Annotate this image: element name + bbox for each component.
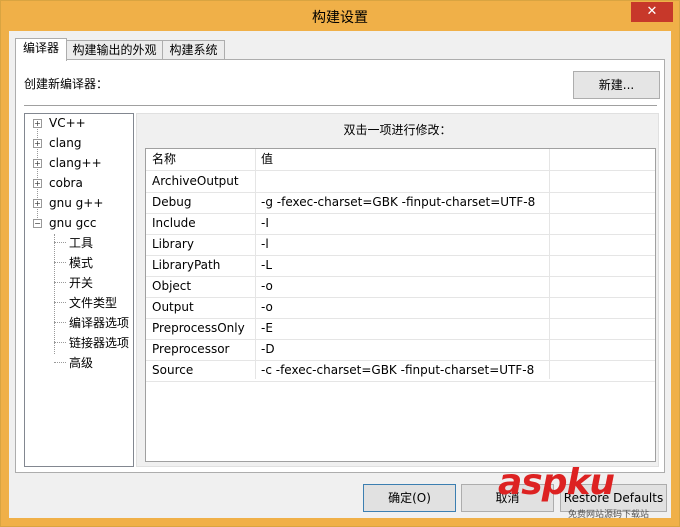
header-value[interactable]: 值 (255, 149, 549, 170)
new-compiler-button[interactable]: 新建... (573, 71, 660, 99)
tree-item-label: gnu g++ (49, 196, 104, 210)
tree-item-compiler-options[interactable]: 编译器选项 (69, 314, 129, 332)
tree-connector (54, 234, 55, 354)
row-value[interactable]: -g -fexec-charset=GBK -finput-charset=UT… (255, 192, 549, 213)
row-name: Include (152, 216, 196, 230)
tree-connector (54, 262, 66, 263)
tree-connector (54, 242, 66, 243)
row-name: Library (152, 237, 194, 251)
ok-button[interactable]: 确定(O) (363, 484, 456, 512)
tree-item-cobra[interactable]: + cobra (25, 174, 131, 192)
row-name: Output (152, 300, 194, 314)
tree-connector (54, 362, 66, 363)
tree-item-label: cobra (49, 176, 83, 190)
window-title: 构建设置 (312, 10, 368, 26)
grid-header: 名称 值 (146, 149, 655, 171)
switches-panel: 双击一项进行修改： 名称 值 ArchiveOutput Debug -g -f… (136, 113, 659, 467)
row-value[interactable]: -c -fexec-charset=GBK -finput-charset=UT… (255, 360, 549, 381)
tree-connector (54, 302, 66, 303)
tree-connector (54, 342, 66, 343)
row-name: PreprocessOnly (152, 321, 245, 335)
table-row[interactable]: Library -l (146, 234, 655, 256)
expand-icon[interactable]: + (33, 119, 42, 128)
row-value[interactable] (255, 171, 549, 192)
table-row[interactable]: PreprocessOnly -E (146, 318, 655, 340)
expand-icon[interactable]: + (33, 179, 42, 188)
expand-icon[interactable]: + (33, 159, 42, 168)
dialog-client: 编译器 构建输出的外观 构建系统 创建新编译器： 新建... + VC++ + … (9, 31, 671, 518)
header-name[interactable]: 名称 (146, 149, 255, 170)
tree-item-gnu-gpp[interactable]: + gnu g++ (25, 194, 131, 212)
switches-grid[interactable]: 名称 值 ArchiveOutput Debug -g -fexec-chars… (145, 148, 656, 462)
expand-icon[interactable]: + (33, 199, 42, 208)
compiler-tree[interactable]: + VC++ + clang + clang++ + cobra + gnu g… (24, 113, 134, 467)
row-name: ArchiveOutput (152, 174, 239, 188)
tree-item-gnu-gcc[interactable]: − gnu gcc (25, 214, 131, 232)
tree-item-vc[interactable]: + VC++ (25, 114, 131, 132)
close-button[interactable]: ✕ (631, 2, 673, 22)
tree-item-modes[interactable]: 模式 (69, 254, 93, 272)
row-value[interactable]: -I (255, 213, 549, 234)
row-name: LibraryPath (152, 258, 221, 272)
tree-item-label: clang (49, 136, 82, 150)
table-row[interactable]: Output -o (146, 297, 655, 319)
row-value[interactable]: -o (255, 297, 549, 318)
edit-hint: 双击一项进行修改： (343, 123, 452, 137)
table-row[interactable]: Source -c -fexec-charset=GBK -finput-cha… (146, 360, 655, 382)
table-row[interactable]: Include -I (146, 213, 655, 235)
tab-build-output[interactable]: 构建输出的外观 (66, 40, 163, 60)
tree-item-label: VC++ (49, 116, 86, 130)
create-compiler-label: 创建新编译器： (24, 77, 109, 91)
tree-connector (54, 282, 66, 283)
row-name: Preprocessor (152, 342, 230, 356)
tree-item-advanced[interactable]: 高级 (69, 354, 93, 372)
collapse-icon[interactable]: − (33, 219, 42, 228)
separator (24, 105, 657, 106)
watermark-logo: aspku (498, 462, 615, 503)
row-name: Debug (152, 195, 192, 209)
tree-connector (54, 322, 66, 323)
table-row[interactable]: LibraryPath -L (146, 255, 655, 277)
table-row[interactable]: Preprocessor -D (146, 339, 655, 361)
row-name: Source (152, 363, 194, 377)
row-value[interactable]: -o (255, 276, 549, 297)
row-value[interactable]: -E (255, 318, 549, 339)
table-row[interactable]: Object -o (146, 276, 655, 298)
tab-build-system[interactable]: 构建系统 (162, 40, 225, 60)
tree-item-clangpp[interactable]: + clang++ (25, 154, 131, 172)
tree-item-label: gnu gcc (49, 216, 97, 230)
row-value[interactable]: -D (255, 339, 549, 360)
row-value[interactable]: -l (255, 234, 549, 255)
table-row[interactable]: ArchiveOutput (146, 171, 655, 193)
row-value[interactable]: -L (255, 255, 549, 276)
table-row[interactable]: Debug -g -fexec-charset=GBK -finput-char… (146, 192, 655, 214)
tree-item-linker-options[interactable]: 链接器选项 (69, 334, 129, 352)
tree-item-tools[interactable]: 工具 (69, 234, 93, 252)
title-bar[interactable]: 构建设置 ✕ (1, 1, 679, 31)
expand-icon[interactable]: + (33, 139, 42, 148)
compiler-tab-panel: 创建新编译器： 新建... + VC++ + clang + clang++ +… (15, 59, 665, 473)
tree-item-label: clang++ (49, 156, 102, 170)
tree-item-switches[interactable]: 开关 (69, 274, 93, 292)
build-settings-window: 构建设置 ✕ 编译器 构建输出的外观 构建系统 创建新编译器： 新建... + … (0, 0, 680, 527)
tree-item-file-types[interactable]: 文件类型 (69, 294, 117, 312)
tab-compiler[interactable]: 编译器 (15, 38, 67, 61)
row-name: Object (152, 279, 192, 293)
watermark-subtitle: 免费网站源码下载站 (568, 510, 650, 520)
tree-item-clang[interactable]: + clang (25, 134, 131, 152)
